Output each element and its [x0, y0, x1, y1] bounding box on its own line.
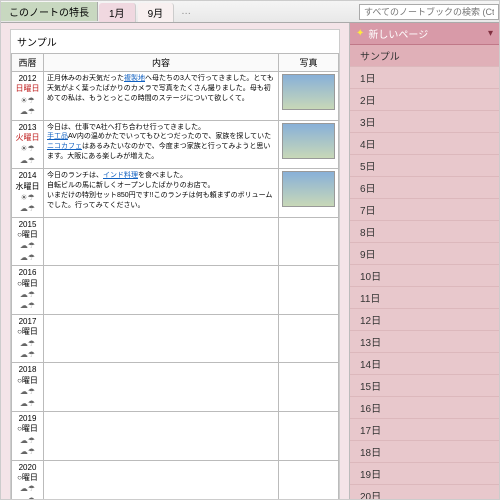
page-title: サンプル	[11, 30, 339, 53]
search-input[interactable]	[359, 4, 499, 20]
page-item[interactable]: 2日	[350, 89, 499, 111]
photo-cell	[279, 411, 339, 460]
page-item[interactable]: 16日	[350, 397, 499, 419]
content-cell[interactable]: 正月休みのお天気だった複製地へ母たちの3人で行ってきました。とても天気がよく葉っ…	[44, 72, 279, 121]
page-item[interactable]: 19日	[350, 463, 499, 485]
page-item[interactable]: 1日	[350, 67, 499, 89]
table-row: 2012日曜日☀☂☁☂正月休みのお天気だった複製地へ母たちの3人で行ってきました…	[12, 72, 339, 121]
date-cell: 2018○曜日☁☂☁☂	[12, 363, 44, 412]
header-photo: 写真	[279, 54, 339, 72]
page-item[interactable]: 8日	[350, 221, 499, 243]
note-paper: サンプル 西暦 内容 写真 2012日曜日☀☂☁☂正月休みのお天気だった複製地へ…	[10, 29, 340, 499]
photo-cell	[279, 120, 339, 169]
tab-more[interactable]: …	[175, 4, 197, 19]
photo-thumbnail[interactable]	[282, 74, 335, 110]
page-item[interactable]: 14日	[350, 353, 499, 375]
page-item[interactable]: 18日	[350, 441, 499, 463]
new-page-label: 新しいページ	[368, 26, 428, 41]
page-item[interactable]: 9日	[350, 243, 499, 265]
content-cell[interactable]: 今日は、仕事でA社へ打ち合わせ行ってきました。手工品AV内の温めかたでいってもひ…	[44, 120, 279, 169]
sidebar: ✦ 新しいページ ▾ サンプル1日2日3日4日5日6日7日8日9日10日11日1…	[349, 23, 499, 499]
photo-cell	[279, 217, 339, 266]
table-row: 2019○曜日☁☂☁☂	[12, 411, 339, 460]
page-item[interactable]: 17日	[350, 419, 499, 441]
photo-cell	[279, 363, 339, 412]
notebook-tab[interactable]: このノートの特長	[1, 2, 98, 21]
page-item[interactable]: 13日	[350, 331, 499, 353]
star-icon: ✦	[356, 28, 364, 39]
table-row: 2017○曜日☁☂☁☂	[12, 314, 339, 363]
content-cell[interactable]: 今日のランチは、インド料理を食べました。自転ビルの馬に新しくオープンしたばかりの…	[44, 169, 279, 218]
page-item[interactable]: 20日	[350, 485, 499, 499]
photo-cell	[279, 72, 339, 121]
photo-cell	[279, 266, 339, 315]
table-row: 2013火曜日☀☂☁☂今日は、仕事でA社へ打ち合わせ行ってきました。手工品AV内…	[12, 120, 339, 169]
photo-cell	[279, 169, 339, 218]
page-item[interactable]: 3日	[350, 111, 499, 133]
page-item[interactable]: サンプル	[350, 45, 499, 67]
date-cell: 2014水曜日☀☂☁☂	[12, 169, 44, 218]
page-item[interactable]: 4日	[350, 133, 499, 155]
table-row: 2014水曜日☀☂☁☂今日のランチは、インド料理を食べました。自転ビルの馬に新し…	[12, 169, 339, 218]
page-item[interactable]: 7日	[350, 199, 499, 221]
page-item[interactable]: 15日	[350, 375, 499, 397]
content-cell[interactable]	[44, 363, 279, 412]
content-cell[interactable]	[44, 217, 279, 266]
content-cell[interactable]	[44, 460, 279, 499]
date-cell: 2013火曜日☀☂☁☂	[12, 120, 44, 169]
date-cell: 2015○曜日☁☂☁☂	[12, 217, 44, 266]
caret-down-icon: ▾	[488, 28, 493, 39]
date-cell: 2012日曜日☀☂☁☂	[12, 72, 44, 121]
page-item[interactable]: 5日	[350, 155, 499, 177]
date-cell: 2017○曜日☁☂☁☂	[12, 314, 44, 363]
page-item[interactable]: 12日	[350, 309, 499, 331]
app-window: このノートの特長 1月 9月 … サンプル 西暦 内容 写真 2012日曜日☀☂…	[0, 0, 500, 500]
date-cell: 2019○曜日☁☂☁☂	[12, 411, 44, 460]
photo-thumbnail[interactable]	[282, 123, 335, 159]
tab-january[interactable]: 1月	[99, 3, 136, 22]
main-area: サンプル 西暦 内容 写真 2012日曜日☀☂☁☂正月休みのお天気だった複製地へ…	[1, 23, 499, 499]
content-cell[interactable]	[44, 411, 279, 460]
photo-thumbnail[interactable]	[282, 171, 335, 207]
header-content: 内容	[44, 54, 279, 72]
content-area: サンプル 西暦 内容 写真 2012日曜日☀☂☁☂正月休みのお天気だった複製地へ…	[1, 23, 349, 499]
tab-september[interactable]: 9月	[138, 3, 175, 22]
content-cell[interactable]	[44, 266, 279, 315]
table-row: 2015○曜日☁☂☁☂	[12, 217, 339, 266]
new-page-button[interactable]: ✦ 新しいページ ▾	[350, 23, 499, 45]
photo-cell	[279, 460, 339, 499]
topbar: このノートの特長 1月 9月 …	[1, 1, 499, 23]
page-item[interactable]: 10日	[350, 265, 499, 287]
date-cell: 2020○曜日☁☂☁☂	[12, 460, 44, 499]
photo-cell	[279, 314, 339, 363]
date-cell: 2016○曜日☁☂☁☂	[12, 266, 44, 315]
page-list: サンプル1日2日3日4日5日6日7日8日9日10日11日12日13日14日15日…	[350, 45, 499, 499]
header-date: 西暦	[12, 54, 44, 72]
diary-table: 西暦 内容 写真 2012日曜日☀☂☁☂正月休みのお天気だった複製地へ母たちの3…	[11, 53, 339, 499]
content-cell[interactable]	[44, 314, 279, 363]
table-row: 2018○曜日☁☂☁☂	[12, 363, 339, 412]
page-item[interactable]: 11日	[350, 287, 499, 309]
table-row: 2020○曜日☁☂☁☂	[12, 460, 339, 499]
page-item[interactable]: 6日	[350, 177, 499, 199]
table-row: 2016○曜日☁☂☁☂	[12, 266, 339, 315]
